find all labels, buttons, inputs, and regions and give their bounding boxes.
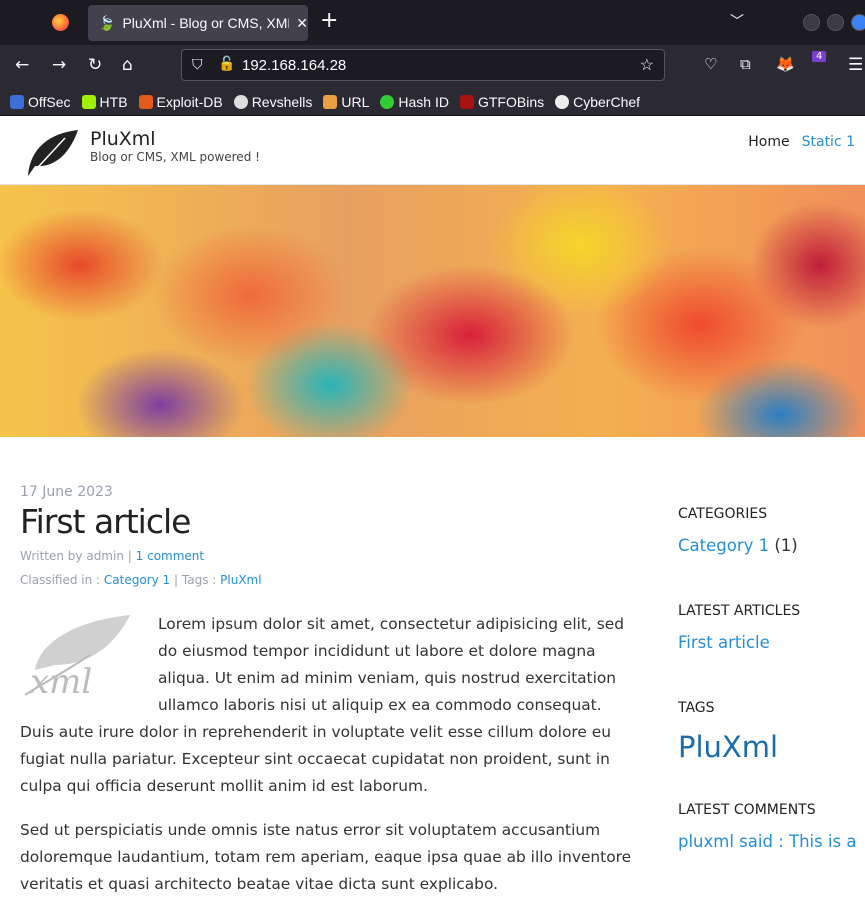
latest-comments-heading: LATEST COMMENTS xyxy=(678,802,816,818)
tag-cloud-item[interactable]: PluXml xyxy=(678,730,865,764)
latest-comment-item: pluxml said : This is a xyxy=(678,832,865,851)
header-banner-image xyxy=(0,185,865,437)
minimize-button[interactable] xyxy=(803,14,820,31)
hash-id-icon xyxy=(380,94,395,109)
gtfobins-icon xyxy=(459,94,474,109)
tag-link[interactable]: PluXml xyxy=(220,573,261,587)
latest-comment-link[interactable]: pluxml said : This is a xyxy=(678,832,857,851)
bookmark-revshells[interactable]: Revshells xyxy=(233,93,313,110)
offsec-icon xyxy=(10,94,24,109)
article-author-line: Written by admin | 1 comment xyxy=(20,549,635,563)
bookmark-cyberchef[interactable]: CyberChef xyxy=(555,94,640,110)
bookmark-label: CyberChef xyxy=(573,93,641,110)
bookmark-label: Hash ID xyxy=(398,93,449,110)
bookmark-offsec[interactable]: OffSec xyxy=(10,94,71,110)
article-paragraph: Sed ut perspiciatis unde omnis iste natu… xyxy=(20,821,632,893)
maximize-button[interactable] xyxy=(827,14,844,31)
tags-heading: TAGS xyxy=(678,700,715,716)
bookmark-label: Exploit-DB xyxy=(156,93,223,110)
url-text[interactable]: 192.168.164.28 xyxy=(242,57,346,74)
site-menu: Home Static 1 xyxy=(748,134,855,150)
reload-icon[interactable]: ↻ xyxy=(88,55,102,75)
close-window-button[interactable] xyxy=(851,14,865,31)
sidebar: CATEGORIES Category 1 (1) LATEST ARTICLE… xyxy=(678,506,865,899)
forward-icon[interactable]: → xyxy=(52,55,66,75)
browser-tab[interactable]: 🍃 PluXml - Blog or CMS, XML powered ! ✕ xyxy=(88,5,308,41)
pocket-icon[interactable]: ♡ xyxy=(704,55,717,73)
article: 17 June 2023 First article Written by ad… xyxy=(20,484,635,915)
category-item: Category 1 (1) xyxy=(678,536,865,555)
bookmark-label: Revshells xyxy=(251,93,313,110)
shield-icon[interactable]: ⛉ xyxy=(192,56,203,73)
bookmark-label: URL xyxy=(341,93,370,110)
close-tab-icon[interactable]: ✕ xyxy=(296,15,308,32)
menu-static-1[interactable]: Static 1 xyxy=(802,134,855,150)
site-name[interactable]: PluXml xyxy=(90,128,156,150)
pluxml-leaf-logo-icon[interactable] xyxy=(20,128,80,180)
tab-list-chevron-icon[interactable]: ﹀ xyxy=(730,11,744,31)
navigation-bar: ← → ↻ ⌂ ⛉ 🔓 192.168.164.28 ☆ ♡ ⧉ 🦊 4 ☰ xyxy=(0,45,865,88)
bookmark-star-icon[interactable]: ☆ xyxy=(640,55,654,75)
exploit-db-icon xyxy=(138,94,153,109)
bookmark-label: HTB xyxy=(99,93,128,110)
tab-title: PluXml - Blog or CMS, XML powered ! xyxy=(122,15,289,31)
comments-link[interactable]: 1 comment xyxy=(136,549,204,563)
categories-heading: CATEGORIES xyxy=(678,506,768,522)
latest-article-link[interactable]: First article xyxy=(678,633,770,652)
cyberchef-icon xyxy=(555,94,570,109)
separator: | xyxy=(174,573,179,587)
new-tab-button[interactable]: + xyxy=(320,8,338,33)
svg-text:xml: xml xyxy=(30,662,92,700)
site-header: PluXml Blog or CMS, XML powered ! Home S… xyxy=(0,116,865,185)
bookmark-hash-id[interactable]: Hash ID xyxy=(380,94,449,110)
article-content: xml Lorem ipsum dolor sit amet, consecte… xyxy=(20,611,635,898)
url-icon xyxy=(323,94,338,109)
skull-icon xyxy=(233,94,248,109)
htb-icon xyxy=(81,94,96,109)
menu-home[interactable]: Home xyxy=(748,134,789,150)
firefox-icon[interactable] xyxy=(52,14,69,31)
address-bar[interactable]: ⛉ 🔓 192.168.164.28 ☆ xyxy=(181,49,665,81)
xml-leaf-thumbnail-icon: xml xyxy=(24,615,130,700)
latest-articles-heading: LATEST ARTICLES xyxy=(678,603,801,619)
leaf-favicon-icon: 🍃 xyxy=(98,14,116,31)
bookmark-gtfobins[interactable]: GTFOBins xyxy=(459,93,545,110)
tags-label: Tags : xyxy=(181,573,217,587)
site-description: Blog or CMS, XML powered ! xyxy=(90,150,260,164)
category-link[interactable]: Category 1 xyxy=(678,536,769,555)
separator: | xyxy=(127,549,132,563)
bookmark-label: OffSec xyxy=(28,93,71,110)
extension-badge[interactable]: 4 xyxy=(812,51,827,62)
bookmarks-toolbar: OffSec HTB Exploit-DB Revshells URL Hash… xyxy=(0,88,865,116)
category-count: (1) xyxy=(774,536,798,555)
browser-tab-bar: 🍃 PluXml - Blog or CMS, XML powered ! ✕ … xyxy=(0,0,865,45)
article-classification: Classified in : Category 1 | Tags : PluX… xyxy=(20,573,635,587)
article-title[interactable]: First article xyxy=(20,502,635,541)
menu-icon[interactable]: ☰ xyxy=(848,55,863,75)
bookmark-label: GTFOBins xyxy=(477,93,545,110)
latest-article-item: First article xyxy=(678,633,865,652)
bookmark-exploit-db[interactable]: Exploit-DB xyxy=(138,93,223,110)
article-author: Written by admin xyxy=(20,549,124,563)
category-link[interactable]: Category 1 xyxy=(104,573,170,587)
bookmark-htb[interactable]: HTB xyxy=(81,93,128,110)
home-icon[interactable]: ⌂ xyxy=(122,55,133,75)
insecure-lock-icon[interactable]: 🔓 xyxy=(218,55,235,72)
extensions-icon[interactable]: ⧉ xyxy=(740,55,751,73)
article-date: 17 June 2023 xyxy=(20,484,113,500)
classified-label: Classified in : xyxy=(20,573,101,587)
back-icon[interactable]: ← xyxy=(15,55,29,75)
bookmark-url[interactable]: URL xyxy=(323,94,369,110)
ublock-extension-icon[interactable]: 🦊 xyxy=(776,55,795,73)
